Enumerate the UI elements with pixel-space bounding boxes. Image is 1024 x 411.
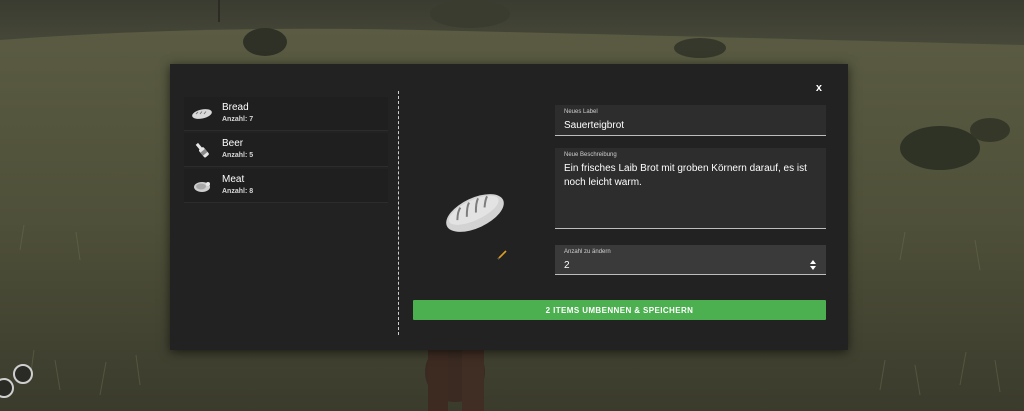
minimap-icon: [13, 364, 33, 384]
quantity-field-label: Anzahl zu ändern: [564, 249, 611, 255]
close-button[interactable]: x: [816, 82, 822, 94]
stepper-down-icon[interactable]: [810, 266, 816, 270]
beer-bottle-icon: [190, 140, 214, 160]
stepper-up-icon[interactable]: [810, 260, 816, 264]
item-count: Anzahl: 5: [222, 151, 254, 159]
item-name: Bread: [222, 101, 249, 113]
save-button[interactable]: 2 ITEMS UMBENNEN & SPEICHERN: [413, 300, 826, 320]
pencil-icon[interactable]: [496, 248, 508, 266]
label-field[interactable]: Neues Label Sauerteigbrot: [555, 105, 826, 136]
description-field-label: Neue Beschreibung: [564, 152, 617, 158]
item-count: Anzahl: 7: [222, 115, 254, 123]
item-list: Bread Anzahl: 7 Beer Anzahl: 5 Meat Anza…: [184, 97, 388, 205]
bread-icon: [190, 104, 214, 124]
quantity-field[interactable]: Anzahl zu ändern 2: [555, 245, 826, 275]
item-count: Anzahl: 8: [222, 187, 254, 195]
label-field-label: Neues Label: [564, 109, 598, 115]
rename-items-dialog: x Bread Anzahl: 7 Beer Anzahl: 5 Meat An…: [170, 64, 848, 350]
item-name: Beer: [222, 137, 244, 149]
item-name: Meat: [222, 173, 245, 185]
meat-icon: [190, 176, 214, 196]
quantity-stepper[interactable]: [809, 259, 817, 271]
bread-icon: [442, 188, 508, 243]
list-item-meat[interactable]: Meat Anzahl: 8: [184, 169, 388, 203]
list-item-beer[interactable]: Beer Anzahl: 5: [184, 133, 388, 167]
list-item-bread[interactable]: Bread Anzahl: 7: [184, 97, 388, 131]
description-field-value[interactable]: Ein frisches Laib Brot mit groben Körner…: [564, 162, 814, 190]
quantity-field-value[interactable]: 2: [564, 259, 570, 273]
label-field-value[interactable]: Sauerteigbrot: [564, 119, 624, 133]
description-field[interactable]: Neue Beschreibung Ein frisches Laib Brot…: [555, 148, 826, 229]
section-divider: [398, 91, 399, 335]
